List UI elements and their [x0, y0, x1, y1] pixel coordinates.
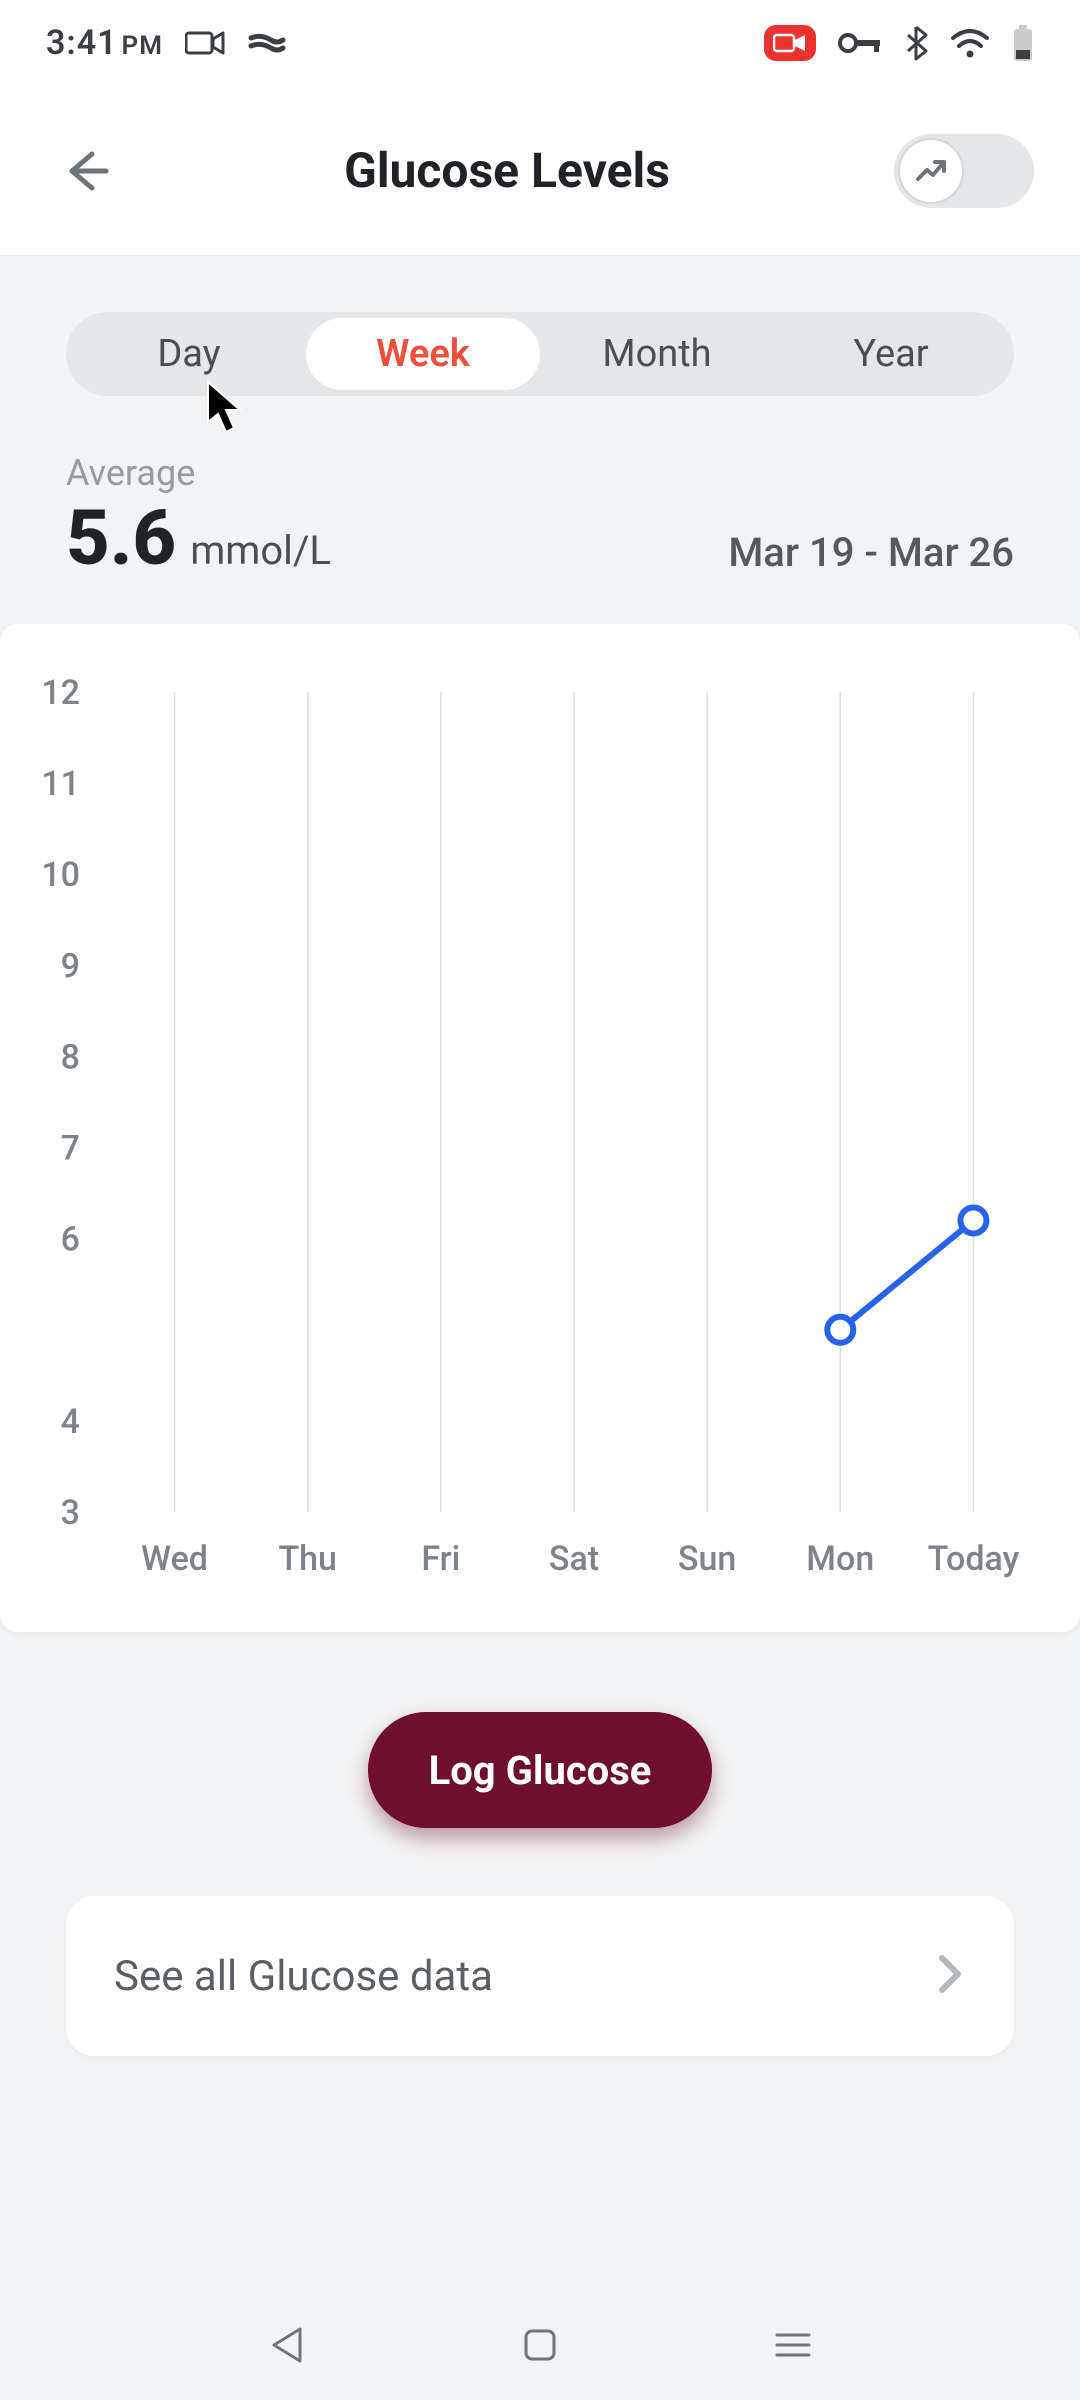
glucose-chart[interactable]: Wed Thu Fri Sat Sun Mon Today 12 11 10 9 8 7 6 4 3 — [0, 652, 1080, 1632]
average-unit: mmol/L — [190, 527, 331, 574]
page-title: Glucose Levels — [120, 142, 894, 199]
segment-year[interactable]: Year — [774, 318, 1008, 390]
series-line — [840, 1220, 973, 1329]
y-tick-label: 10 — [41, 855, 80, 895]
chart-card: Wed Thu Fri Sat Sun Mon Today 12 11 10 9 8 7 6 4 3 — [0, 624, 1080, 1632]
x-tick-label: Fri — [421, 1539, 460, 1579]
trend-toggle[interactable] — [894, 134, 1034, 208]
bluetooth-icon — [904, 25, 928, 61]
status-bar: 3:41PM — [0, 0, 1080, 86]
log-glucose-button[interactable]: Log Glucose — [368, 1712, 712, 1828]
vpn-key-icon — [838, 31, 882, 55]
app-bar: Glucose Levels — [0, 86, 1080, 256]
y-tick-label: 11 — [41, 764, 80, 804]
status-time-value: 3:41 — [46, 23, 118, 63]
y-tick-label: 6 — [61, 1220, 80, 1260]
chevron-right-icon — [936, 1952, 966, 2000]
segment-month-label: Month — [602, 332, 711, 376]
x-tick-label: Wed — [141, 1539, 208, 1579]
y-tick-label: 9 — [61, 946, 80, 986]
status-time-ampm: PM — [122, 31, 163, 61]
toggle-knob — [898, 138, 964, 204]
data-point[interactable] — [827, 1317, 853, 1343]
segment-week-label: Week — [376, 332, 470, 376]
average-label: Average — [66, 452, 331, 494]
content: Day Week Month Year Average 5.6 mmol/L M… — [0, 256, 1080, 2056]
segment-year-label: Year — [853, 332, 928, 376]
nav-back-button[interactable] — [257, 2315, 317, 2375]
range-segments: Day Week Month Year — [66, 312, 1014, 396]
average-number: 5.6 — [66, 500, 176, 576]
system-nav — [0, 2290, 1080, 2400]
nav-home-button[interactable] — [510, 2315, 570, 2375]
data-point[interactable] — [960, 1207, 986, 1233]
screen-record-icon — [764, 25, 816, 61]
cast-icon — [247, 28, 287, 58]
y-tick-label: 3 — [61, 1493, 80, 1533]
arrow-left-icon — [58, 144, 112, 198]
status-right — [764, 24, 1034, 62]
average-value: 5.6 mmol/L — [66, 500, 331, 576]
segment-day-label: Day — [157, 332, 220, 376]
y-tick-label: 7 — [61, 1129, 80, 1169]
see-all-label: See all Glucose data — [114, 1952, 493, 2001]
status-left: 3:41PM — [46, 23, 287, 63]
battery-icon — [1012, 24, 1034, 62]
see-all-data-row[interactable]: See all Glucose data — [66, 1896, 1014, 2056]
x-tick-label: Mon — [806, 1539, 874, 1579]
y-tick-label: 4 — [61, 1402, 80, 1442]
summary-row: Average 5.6 mmol/L Mar 19 - Mar 26 — [66, 452, 1014, 576]
camera-icon — [185, 29, 225, 57]
x-tick-label: Today — [928, 1539, 1020, 1579]
x-tick-label: Thu — [278, 1539, 337, 1579]
date-range: Mar 19 - Mar 26 — [728, 529, 1014, 576]
log-glucose-label: Log Glucose — [429, 1747, 652, 1794]
x-tick-label: Sun — [678, 1539, 736, 1579]
segment-month[interactable]: Month — [540, 318, 774, 390]
y-tick-label: 8 — [61, 1037, 80, 1077]
x-tick-label: Sat — [549, 1539, 599, 1579]
back-button[interactable] — [50, 136, 120, 206]
segment-week[interactable]: Week — [306, 318, 540, 390]
y-tick-label: 12 — [41, 673, 80, 713]
segment-day[interactable]: Day — [72, 318, 306, 390]
trend-up-icon — [913, 153, 949, 189]
average-block: Average 5.6 mmol/L — [66, 452, 331, 576]
nav-recents-button[interactable] — [763, 2315, 823, 2375]
status-time: 3:41PM — [46, 23, 163, 63]
wifi-icon — [950, 28, 990, 58]
